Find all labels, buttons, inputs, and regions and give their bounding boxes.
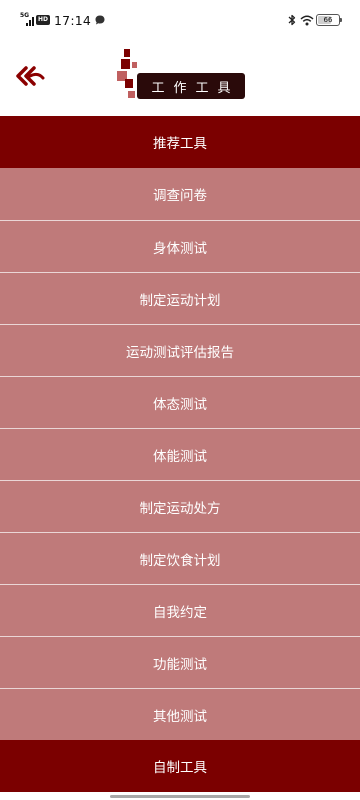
page-title-box: 工作工具: [137, 73, 245, 99]
tool-list-item-label: 运动测试评估报告: [126, 344, 234, 361]
tool-list-item[interactable]: 身体测试: [0, 220, 360, 272]
tool-list-item-label: 体能测试: [153, 448, 207, 465]
tool-list-item[interactable]: 体能测试: [0, 428, 360, 480]
tool-list-item[interactable]: 体态测试: [0, 376, 360, 428]
tool-list-item-label: 制定运动计划: [139, 292, 221, 309]
tool-list-item-label: 功能测试: [153, 656, 207, 673]
section-header-custom[interactable]: 自制工具: [0, 740, 360, 792]
tool-list-item[interactable]: 调查问卷: [0, 168, 360, 220]
tool-list-item-label: 制定运动处方: [139, 500, 221, 517]
tool-list-item-label: 体态测试: [153, 396, 207, 413]
tool-list-item-label: 自我约定: [153, 604, 207, 621]
tool-menu: 推荐工具 调查问卷身体测试制定运动计划 运动测试评估报告 体态测试体能测试制定运动处…: [0, 116, 360, 792]
network-type-label: 5G: [20, 12, 30, 19]
tool-list-item[interactable]: 运动测试评估报告: [0, 324, 360, 376]
double-chevron-left-icon: [16, 66, 45, 86]
tool-list-item[interactable]: 制定运动计划: [0, 272, 360, 324]
battery-percent: 66: [323, 16, 333, 24]
chat-bubble-icon: [95, 15, 105, 25]
tool-list-item[interactable]: 制定运动处方: [0, 480, 360, 532]
bluetooth-icon: [288, 14, 296, 26]
cellular-signal-icon: 5G: [20, 12, 34, 26]
status-bar: 5G HD 17:14 66: [0, 0, 360, 40]
home-indicator: [110, 795, 250, 798]
tool-list-item-label: 制定饮食计划: [139, 552, 221, 569]
tool-list: 调查问卷身体测试制定运动计划 运动测试评估报告 体态测试体能测试制定运动处方 制定饮食…: [0, 168, 360, 740]
tool-list-item[interactable]: 制定饮食计划: [0, 532, 360, 584]
tool-list-item[interactable]: 其他测试: [0, 688, 360, 740]
status-right: [284, 14, 314, 26]
wifi-icon: [300, 15, 314, 25]
tool-list-item-label: 调查问卷: [153, 188, 207, 204]
battery-icon: 66: [316, 14, 342, 26]
back-button[interactable]: [12, 62, 48, 90]
tool-list-item[interactable]: 功能测试: [0, 636, 360, 688]
section-header-label: 推荐工具: [153, 136, 207, 152]
app-header: 工作工具: [0, 40, 360, 116]
page-title: 工作工具: [151, 80, 240, 96]
hd-badge: HD: [36, 15, 51, 25]
status-time: 17:14: [54, 12, 92, 28]
section-header-label: 自制工具: [153, 760, 207, 776]
tool-list-item[interactable]: 自我约定: [0, 584, 360, 636]
tool-list-item-label: 身体测试: [153, 240, 207, 257]
section-header-recommended[interactable]: 推荐工具: [0, 116, 360, 168]
status-left: 5G HD 17:14: [20, 12, 105, 28]
tool-list-item-label: 其他测试: [153, 708, 207, 725]
